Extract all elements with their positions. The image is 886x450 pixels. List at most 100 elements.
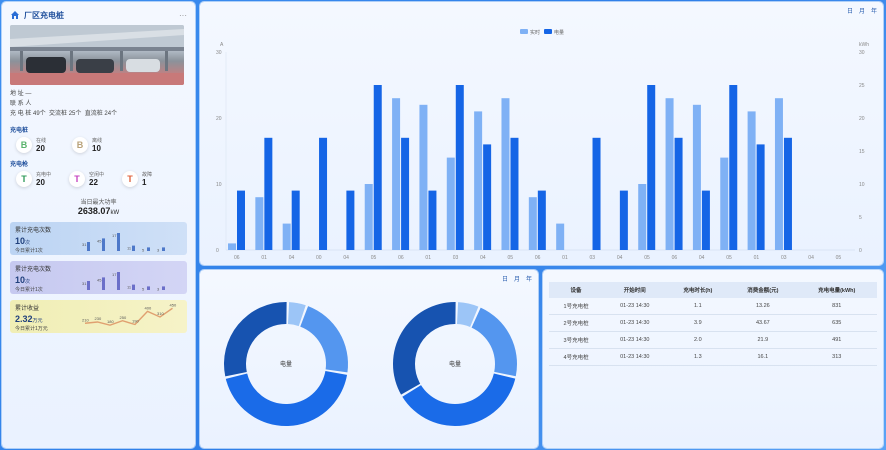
donut-segment[interactable] (393, 302, 456, 395)
pile-offline: B 离线 10 (72, 137, 102, 153)
bar-realtime[interactable] (720, 157, 729, 250)
table-cell: 01-23 14:30 (603, 348, 667, 366)
station-photo (10, 25, 184, 85)
bar-realtime[interactable] (638, 184, 647, 250)
bar-energy[interactable] (592, 137, 601, 250)
bar-energy[interactable] (428, 190, 437, 250)
bar-realtime[interactable] (692, 104, 701, 250)
bar-realtime[interactable] (419, 104, 428, 250)
table-cell: 831 (796, 298, 877, 315)
bar-energy[interactable] (401, 137, 410, 250)
bar-energy[interactable] (619, 190, 628, 250)
mini-bar-label: 5 (142, 247, 145, 252)
bar-energy[interactable] (455, 85, 464, 250)
card-mini-chart: 31 45 17 11 5 3 (82, 272, 165, 291)
mini-bar (147, 286, 150, 290)
donut-segment[interactable] (224, 302, 287, 377)
table-cell: 4号充电桩 (549, 348, 604, 366)
period-day-button[interactable]: 日 (847, 6, 853, 15)
gun-charging-icon: T (16, 171, 32, 187)
bar-realtime[interactable] (665, 98, 674, 250)
bar-energy[interactable] (729, 85, 738, 250)
bar-energy[interactable] (647, 85, 656, 250)
mini-point-label: 400 (145, 305, 152, 310)
x-tick: 05 (836, 255, 842, 261)
home-icon (11, 11, 19, 19)
period-year-button[interactable]: 年 (871, 6, 877, 15)
bar-realtime[interactable] (501, 98, 510, 250)
donut-segment[interactable] (300, 306, 348, 373)
bar-energy[interactable] (346, 190, 355, 250)
y-left-tick: 0 (216, 248, 219, 254)
table-cell: 43.67 (729, 314, 797, 332)
donut-segment[interactable] (471, 307, 517, 377)
bar-chart: 实时 电量A kWh302010030252015105006 01 04 00 04 05 0… (216, 29, 869, 261)
period-month-button[interactable]: 月 (859, 6, 865, 15)
bar-realtime[interactable] (446, 157, 455, 250)
donut-day-button[interactable]: 日 (502, 274, 508, 283)
bar-energy[interactable] (783, 137, 792, 250)
charging-records-panel: 设备 开始时间 充电时长(h) 消费金额(元) 充电电量(kWh) 1号充电桩 01-23… (543, 270, 883, 448)
bar-realtime[interactable] (528, 197, 537, 250)
table-row[interactable]: 2号充电桩 01-23 14:30 3.9 43.67 635 (549, 314, 877, 332)
table-cell: 01-23 14:30 (603, 298, 667, 315)
gun-idle-icon: T (69, 171, 86, 187)
bar-energy[interactable] (701, 190, 710, 250)
card-mini-chart: 31 45 17 11 5 3 (82, 233, 165, 252)
pile-online: B 在线 20 (16, 137, 46, 153)
bar-energy[interactable] (291, 190, 300, 250)
bar-energy[interactable] (537, 190, 546, 250)
table-row[interactable]: 4号充电桩 01-23 14:30 1.3 16.1 313 (549, 348, 877, 366)
bar-realtime[interactable] (774, 98, 783, 250)
mini-bar-label: 11 (127, 246, 132, 251)
donut-year-button[interactable]: 年 (526, 274, 532, 283)
table-cell: 2.0 (666, 331, 730, 349)
bar-energy[interactable] (237, 190, 245, 250)
mini-bar-label: 11 (127, 285, 132, 290)
legend-swatch (544, 29, 552, 34)
bar-energy[interactable] (319, 137, 328, 250)
y-right-tick: 30 (859, 50, 865, 56)
table-header-cell: 充电电量(kWh) (796, 282, 877, 298)
x-tick: 06 (398, 255, 404, 261)
more-icon[interactable]: ··· (179, 11, 187, 20)
donut-segment[interactable] (225, 370, 348, 426)
bar-realtime[interactable] (282, 223, 291, 250)
mini-bar-label: 45 (97, 238, 102, 243)
x-tick: 05 (371, 255, 377, 261)
bar-realtime[interactable] (747, 111, 756, 251)
donut-segment[interactable] (402, 373, 516, 426)
bar-energy[interactable] (483, 144, 492, 250)
bar-energy[interactable] (756, 144, 765, 250)
mini-point-label: 210 (82, 317, 89, 322)
chart-legend: 实时 电量 (520, 29, 564, 36)
donut-month-button[interactable]: 月 (514, 274, 520, 283)
bar-realtime[interactable] (255, 197, 264, 250)
gun-idle: T 空闲中 22 (69, 171, 104, 187)
gun-charging: T 充电中 20 (16, 171, 51, 187)
table-row[interactable]: 3号充电桩 01-23 14:30 2.0 21.9 491 (549, 331, 877, 349)
table-row[interactable]: 1号充电桩 01-23 14:30 1.1 13.26 831 (549, 298, 877, 315)
pile-counts: 充 电 桩 49个 交流桩 25个 直流桩 24个 (10, 111, 118, 117)
mini-point-label: 180 (107, 319, 114, 324)
x-tick: 01 (754, 255, 760, 261)
bar-realtime[interactable] (474, 111, 483, 251)
mini-bar-label: 17 (112, 272, 117, 277)
bar-energy[interactable] (264, 137, 273, 250)
bar-realtime[interactable] (228, 243, 236, 250)
table-cell: 3号充电桩 (549, 331, 604, 349)
y-left-tick: 20 (216, 116, 222, 122)
table-cell: 635 (796, 314, 877, 332)
y-left-unit: A (220, 42, 224, 48)
table-header-cell: 开始时间 (603, 282, 667, 298)
mini-point-label: 310 (157, 311, 164, 316)
bar-energy[interactable] (510, 137, 519, 250)
mini-point-label: 450 (170, 303, 177, 307)
bar-realtime[interactable] (392, 98, 401, 250)
bar-energy[interactable] (674, 137, 683, 250)
bar-chart-panel: 日 月 年 实时 电量 AkWh 30 20 10 0 30 25 20 15 10 5 0 06 01 04 0… (200, 2, 883, 265)
bar-realtime[interactable] (364, 184, 373, 250)
bar-energy[interactable] (373, 85, 382, 250)
bar-realtime[interactable] (556, 223, 565, 250)
stat-card: 累计充电次数 10次 今日累计1次 31 45 17 11 5 3 (10, 222, 187, 255)
